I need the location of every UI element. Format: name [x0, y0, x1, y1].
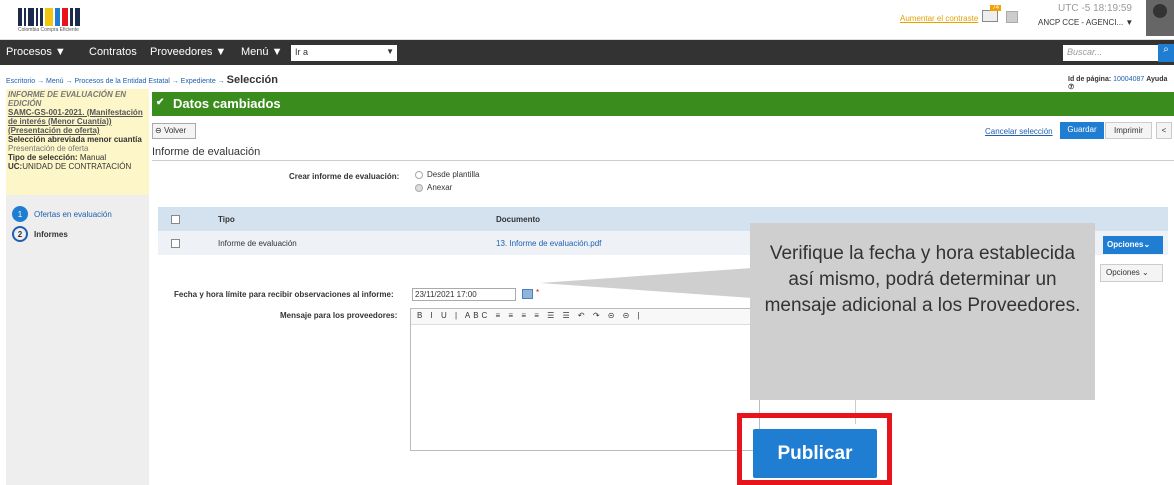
deadline-input[interactable]: 23/11/2021 17:00	[412, 288, 516, 301]
status-banner: ✔ Datos cambiados	[152, 92, 1174, 116]
summary-heading: INFORME DE EVALUACIÓN EN EDICIÓN	[8, 90, 127, 108]
options-secondary-button[interactable]: Opciones ⌄	[1100, 264, 1163, 282]
breadcrumb-trail[interactable]: Escritorio → Menú → Procesos de la Entid…	[6, 78, 225, 85]
process-link[interactable]: SAMC-GS-001-2021. (Manifestación de inte…	[8, 108, 147, 135]
search-icon[interactable]: ⌕	[1158, 44, 1174, 62]
process-phase: Presentación de oferta	[8, 144, 89, 153]
uc-value: UNIDAD DE CONTRATACIÓN	[22, 162, 132, 171]
account-dropdown[interactable]: ANCP CCE - AGENCI... ▼	[1038, 18, 1138, 27]
selection-type-value: Manual	[79, 153, 107, 162]
check-icon: ✔	[156, 97, 165, 108]
colombia-compra-logo[interactable]: Colombia Compra Eficiente	[18, 8, 114, 36]
contract-unit: UC:UNIDAD DE CONTRATACIÓN	[8, 162, 147, 171]
goto-select[interactable]: Ir a	[291, 45, 397, 61]
mail-icon[interactable]: 74	[982, 5, 1001, 22]
back-button[interactable]: ⊖ Volver	[152, 123, 196, 139]
selection-type: Tipo de selección: Manual	[8, 153, 147, 162]
step-label: Informes	[34, 229, 68, 239]
header-documento: Documento	[496, 215, 540, 224]
chevron-down-icon: ⌄	[1143, 240, 1151, 249]
breadcrumb: Escritorio → Menú → Procesos de la Entid…	[6, 74, 278, 86]
print-button[interactable]: Imprimir	[1105, 122, 1152, 139]
options-button[interactable]: Opciones⌄	[1103, 236, 1163, 254]
nav-item-contratos[interactable]: Contratos	[89, 46, 137, 58]
main-nav: Procesos ▼ Contratos Proveedores ▼ Menú …	[0, 40, 1174, 65]
editor-toolbar[interactable]: B I U | ABC ≡ ≡ ≡ ≡ ☰ ☰ ↶ ↷ ⊝ ⊝ |	[411, 309, 759, 325]
radio-icon	[415, 183, 423, 192]
select-all-checkbox[interactable]	[171, 215, 180, 224]
page-id: Id de página: 10004087 Ayuda ⑦	[1068, 76, 1174, 91]
calendar-icon[interactable]	[522, 289, 533, 299]
clock: UTC -5 18:19:59	[1038, 3, 1138, 14]
back-arrow-icon: ⊖	[155, 126, 162, 135]
step-informes[interactable]: 2 Informes	[12, 226, 68, 242]
step-number: 2	[12, 226, 28, 242]
page-id-value: 10004087	[1113, 76, 1145, 83]
utc-label: UTC -5	[1058, 3, 1091, 14]
create-report-label: Crear informe de evaluación:	[289, 172, 400, 181]
radio-label: Desde plantilla	[427, 170, 480, 179]
options-label: Opciones	[1107, 240, 1144, 249]
contrast-link[interactable]: Aumentar el contraste	[900, 14, 978, 23]
selection-type-label: Tipo de selección:	[8, 153, 78, 162]
account-name: ANCP CCE - AGENCI...	[1038, 18, 1124, 27]
radio-icon	[415, 170, 423, 179]
cancel-selection-link[interactable]: Cancelar selección	[985, 127, 1053, 136]
header-tipo: Tipo	[218, 215, 235, 224]
radio-label: Anexar	[427, 183, 453, 192]
search-input[interactable]: Buscar...	[1063, 45, 1158, 61]
time-value: 18:19:59	[1093, 3, 1132, 14]
uc-label: UC:	[8, 162, 23, 171]
document-icon[interactable]	[1006, 11, 1018, 23]
nav-item-proveedores[interactable]: Proveedores ▼	[150, 46, 226, 58]
nav-item-menu[interactable]: Menú ▼	[241, 46, 282, 58]
section-title: Informe de evaluación	[152, 146, 261, 158]
process-type: Selección abreviada menor cuantía	[8, 135, 142, 144]
message-editor[interactable]: B I U | ABC ≡ ≡ ≡ ≡ ☰ ☰ ↶ ↷ ⊝ ⊝ |	[410, 308, 760, 451]
page-id-label: Id de página:	[1068, 76, 1112, 83]
avatar[interactable]	[1146, 0, 1174, 36]
deadline-label: Fecha y hora límite para recibir observa…	[174, 290, 394, 299]
chevron-down-icon: ⌄	[1142, 268, 1149, 277]
message-label: Mensaje para los proveedores:	[280, 311, 398, 320]
step-number: 1	[12, 206, 28, 222]
required-marker: *	[536, 288, 540, 297]
step-label: Ofertas en evaluación	[34, 209, 112, 219]
nav-item-procesos[interactable]: Procesos ▼	[6, 46, 66, 58]
mail-badge: 74	[990, 5, 1001, 11]
radio-anexar[interactable]: Anexar	[415, 183, 452, 192]
radio-desde-plantilla[interactable]: Desde plantilla	[415, 170, 479, 179]
top-header: Colombia Compra Eficiente Aumentar el co…	[0, 0, 1174, 40]
row-checkbox[interactable]	[171, 239, 180, 248]
cell-tipo: Informe de evaluación	[218, 239, 297, 248]
section-divider	[152, 160, 1174, 161]
publish-button[interactable]: Publicar	[753, 429, 877, 478]
breadcrumb-current: Selección	[226, 74, 278, 86]
options-label: Opciones	[1106, 268, 1140, 277]
barcode-logo-icon	[18, 8, 114, 26]
save-button[interactable]: Guardar	[1060, 122, 1104, 139]
step-ofertas[interactable]: 1 Ofertas en evaluación	[12, 206, 112, 222]
process-summary: INFORME DE EVALUACIÓN EN EDICIÓN SAMC-GS…	[6, 89, 149, 195]
user-info: UTC -5 18:19:59 ANCP CCE - AGENCI... ▼	[1038, 3, 1138, 27]
document-link[interactable]: 13. Informe de evaluación.pdf	[496, 239, 601, 248]
callout-text: Verifique la fecha y hora establecida as…	[764, 243, 1081, 316]
banner-text: Datos cambiados	[173, 96, 281, 111]
logo-caption: Colombia Compra Eficiente	[18, 27, 79, 33]
collapse-button[interactable]: <	[1156, 122, 1172, 139]
instruction-callout: Verifique la fecha y hora establecida as…	[750, 223, 1095, 400]
back-label: Volver	[163, 126, 187, 135]
